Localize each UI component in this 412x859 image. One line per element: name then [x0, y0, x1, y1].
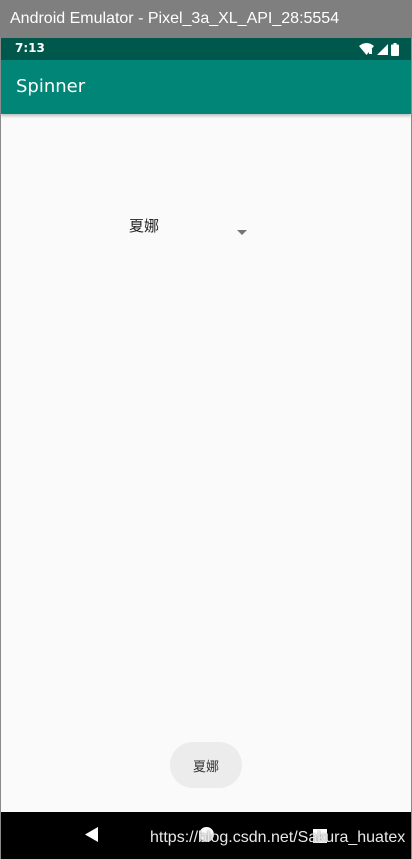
back-icon[interactable]: [85, 827, 98, 846]
dropdown-arrow-icon: [237, 220, 247, 239]
app-title: Spinner: [16, 76, 86, 97]
device-screen: 7:13 Spinner 夏娜 夏娜 https://blog.csdn.net…: [0, 38, 412, 859]
status-time: 7:13: [15, 41, 45, 55]
status-bar: 7:13: [1, 38, 411, 60]
cell-signal-icon: [377, 43, 388, 55]
toast-text: 夏娜: [192, 759, 219, 775]
wifi-icon: [359, 43, 374, 55]
watermark-text: https://blog.csdn.net/Sakura_huatex: [150, 829, 406, 846]
status-icons: [359, 42, 399, 56]
battery-icon: [391, 42, 399, 56]
spinner-selected-value: 夏娜: [129, 217, 160, 235]
app-toolbar: Spinner: [1, 60, 411, 114]
spinner-dropdown[interactable]: 夏娜: [121, 206, 253, 242]
toast-message: 夏娜: [170, 742, 242, 788]
navigation-bar: https://blog.csdn.net/Sakura_huatex: [1, 812, 411, 859]
emulator-window-title: Android Emulator - Pixel_3a_XL_API_28:55…: [0, 0, 412, 38]
